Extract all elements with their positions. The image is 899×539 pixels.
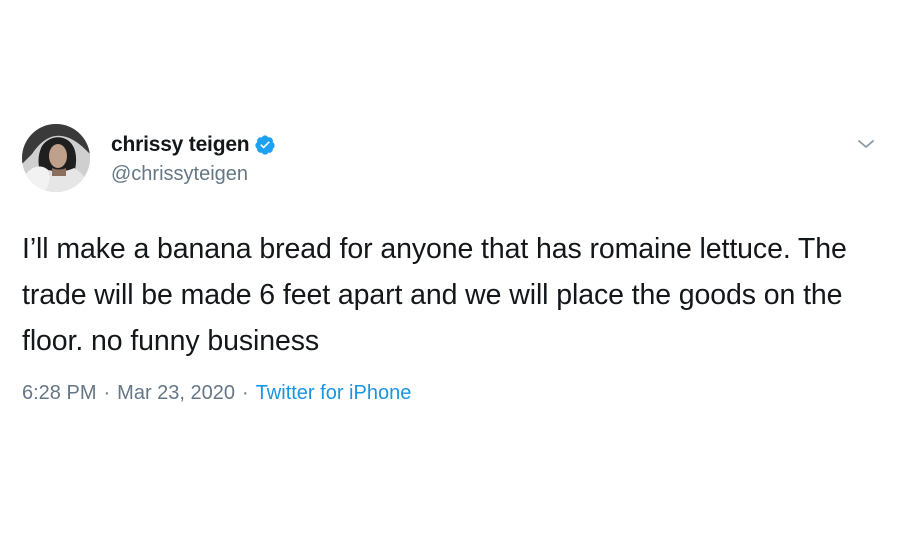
user-names: chrissy teigen @chrissyteigen [111,132,276,186]
avatar[interactable] [22,124,90,192]
meta-separator: · [103,382,111,404]
display-name[interactable]: chrissy teigen [111,133,250,157]
tweet-text: I’ll make a banana bread for anyone that… [22,233,847,357]
verified-badge-icon [254,134,276,156]
chevron-down-icon[interactable] [854,132,878,156]
meta-separator: · [242,382,249,404]
tweet-time[interactable]: 6:28 PM [22,382,96,405]
tweet-metadata: 6:28 PM · Mar 23, 2020 · Twitter for iPh… [22,382,882,405]
display-name-row: chrissy teigen [111,132,276,158]
tweet-header: chrissy teigen @chrissyteigen [22,124,882,192]
tweet-date[interactable]: Mar 23, 2020 [117,382,235,405]
user-handle[interactable]: @chrissyteigen [111,163,276,186]
tweet-card: chrissy teigen @chrissyteigen I’ll make … [22,124,882,405]
tweet-source-link[interactable]: Twitter for iPhone [256,382,412,405]
avatar-image [22,124,90,192]
